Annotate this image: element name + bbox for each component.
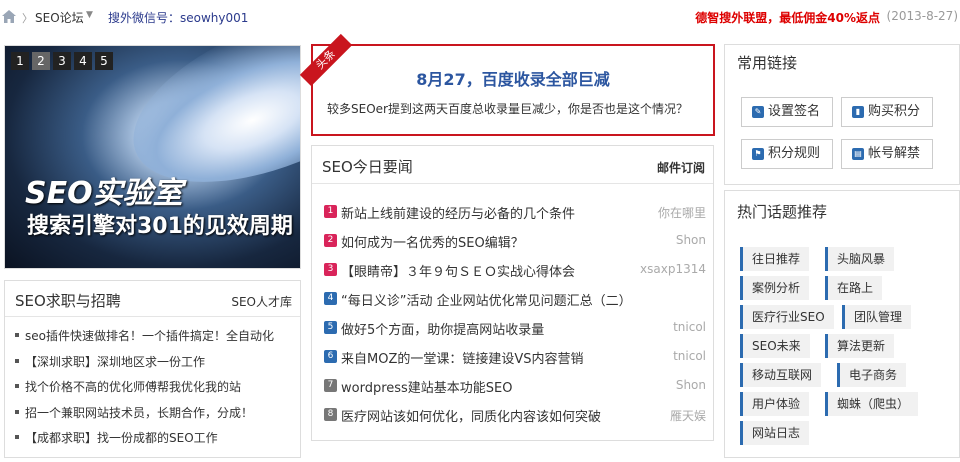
promo-link[interactable]: 德智搜外联盟，最低佣金40%返点 [695,9,880,26]
topic-tag[interactable]: 团队管理 [842,305,912,329]
headline-box: 头条 8月27，百度收录全部巨减 较多SEOer提到这两天百度总收录量巨减少，你… [299,33,715,136]
jobs-header: SEO求职与招聘 SEO人才库 [5,281,300,317]
news-item-author[interactable]: tnicol [673,320,706,334]
links-title: 常用链接 [737,54,798,72]
list-item[interactable]: 招一个兼职网站技术员，长期合作，分成！ [15,404,274,430]
topics-header: 热门话题推荐 [725,191,959,229]
email-subscribe-link[interactable]: 邮件订阅 [657,159,705,176]
rank-badge: 2 [324,234,337,247]
points-rules-button[interactable]: ⚑ 积分规则 [741,139,833,169]
topics-title: 热门话题推荐 [737,203,828,221]
news-item-author[interactable]: tnicol [673,349,706,363]
topic-tag[interactable]: 头脑风暴 [825,247,895,271]
news-item-title[interactable]: wordpress建站基本功能SEO [341,377,513,396]
news-panel: SEO今日要闻 邮件订阅 1 新站上线前建设的经历与必备的几个条件 你在哪里 2 如何… [311,145,714,441]
topic-tag[interactable]: 用户体验 [740,392,810,416]
hot-topics-panel: 热门话题推荐 往日推荐 头脑风暴 案例分析 在路上 医疗行业SEO 团队管理 S… [724,190,960,458]
news-item-author[interactable]: Shon [676,233,706,247]
wechat-id: 搜外微信号：seowhy001 [108,11,249,25]
jobs-panel: SEO求职与招聘 SEO人才库 seo插件快速做排名！一个插件搞定！全自动化 【… [4,280,301,458]
news-item[interactable]: 1 新站上线前建设的经历与必备的几个条件 你在哪里 [324,203,706,232]
rank-badge: 4 [324,292,337,305]
list-item[interactable]: 【成都求职】找一份成都的SEO工作 [15,429,274,455]
jobs-list: seo插件快速做排名！一个插件搞定！全自动化 【深圳求职】深圳地区求一份工作 找… [15,327,274,455]
topic-tag[interactable]: 算法更新 [825,334,895,358]
jobs-title[interactable]: SEO求职与招聘 [15,290,121,311]
buy-points-button[interactable]: ▮ 购买积分 [841,97,933,127]
bar-chart-icon: ▮ [852,106,864,118]
button-label: 帐号解禁 [868,146,921,161]
topic-tag[interactable]: 医疗行业SEO [740,305,834,329]
topic-tag[interactable]: 蜘蛛（爬虫） [825,392,919,416]
news-item-title[interactable]: 来自MOZ的一堂课：链接建设VS内容营销 [341,348,584,367]
slider-page-1[interactable]: 1 [11,52,29,70]
featured-slider[interactable]: 1 2 3 4 5 SEO实验室 搜索引擎对301的见效周期 [4,45,301,269]
list-item[interactable]: 找个价格不高的优化师傅帮我优化我的站 [15,378,274,404]
news-item[interactable]: 6 来自MOZ的一堂课：链接建设VS内容营销 tnicol [324,348,706,377]
news-item-title[interactable]: 【眼睛帝】３年９句ＳＥＯ实战心得体会 [341,261,575,280]
news-item[interactable]: 7 wordpress建站基本功能SEO Shon [324,377,706,406]
news-item-author[interactable]: Shon [676,378,706,392]
news-item-title[interactable]: 做好5个方面，助你提高网站收录量 [341,319,544,338]
flag-icon: ⚑ [752,148,764,160]
top-bar: 〉 SEO论坛 ▼ 搜外微信号：seowhy001 德智搜外联盟，最低佣金40%… [0,0,960,34]
news-item-author[interactable]: 你在哪里 [658,204,706,221]
list-item[interactable]: seo插件快速做排名！一个插件搞定！全自动化 [15,327,274,353]
rank-badge: 3 [324,263,337,276]
home-icon[interactable] [2,10,16,23]
button-label: 积分规则 [768,146,821,161]
book-icon: ▤ [852,148,864,160]
slider-page-5[interactable]: 5 [95,52,113,70]
topic-tag[interactable]: 网站日志 [740,421,810,445]
list-item[interactable]: 【深圳求职】深圳地区求一份工作 [15,353,274,379]
button-label: 购买积分 [868,104,921,119]
headline-description: 较多SEOer提到这两天百度总收录量巨减少，你是否也是这个情况？ [327,102,688,116]
topic-tag[interactable]: 移动互联网 [740,363,822,387]
rank-badge: 5 [324,321,337,334]
news-header: SEO今日要闻 邮件订阅 [312,146,713,184]
common-links-panel: 常用链接 ✎ 设置签名 ▮ 购买积分 ⚑ 积分规则 ▤ 帐号解禁 [724,44,960,185]
news-title[interactable]: SEO今日要闻 [322,156,413,177]
news-item[interactable]: 2 如何成为一名优秀的SEO编辑？ Shon [324,232,706,261]
news-item-title[interactable]: 医疗网站该如何优化，同质化内容该如何突破 [341,406,601,425]
topic-tag[interactable]: 在路上 [825,276,883,300]
topic-tag[interactable]: SEO未来 [740,334,810,358]
headline-title[interactable]: 8月27，百度收录全部巨减 [313,66,713,90]
news-item-title[interactable]: 新站上线前建设的经历与必备的几个条件 [341,203,575,222]
topic-tag[interactable]: 电子商务 [837,363,907,387]
slide-title: SEO实验室 [25,176,183,211]
talent-pool-link[interactable]: SEO人才库 [231,293,292,310]
chevron-down-icon[interactable]: ▼ [86,10,93,20]
news-item[interactable]: 4 “每日义诊”活动 企业网站优化常见问题汇总（二） [324,290,706,319]
slider-page-2[interactable]: 2 [32,52,50,70]
rank-badge: 7 [324,379,337,392]
rank-badge: 1 [324,205,337,218]
slider-pagination: 1 2 3 4 5 [11,52,113,70]
promo-date: (2013-8-27) [886,9,958,23]
account-unban-button[interactable]: ▤ 帐号解禁 [841,139,933,169]
links-header: 常用链接 [725,45,959,77]
slider-page-3[interactable]: 3 [53,52,71,70]
slide-subtitle: 搜索引擎对301的见效周期 [27,214,293,239]
button-label: 设置签名 [768,104,821,119]
slider-page-4[interactable]: 4 [74,52,92,70]
topic-tag[interactable]: 往日推荐 [740,247,810,271]
breadcrumb-forum-link[interactable]: SEO论坛 [35,9,84,26]
set-signature-button[interactable]: ✎ 设置签名 [741,97,833,127]
news-item[interactable]: 3 【眼睛帝】３年９句ＳＥＯ实战心得体会 xsaxp1314 [324,261,706,290]
topic-tag[interactable]: 案例分析 [740,276,810,300]
news-item-author[interactable]: 雁天娱 [670,407,706,424]
news-item-title[interactable]: “每日义诊”活动 企业网站优化常见问题汇总（二） [341,290,632,309]
news-list: 1 新站上线前建设的经历与必备的几个条件 你在哪里 2 如何成为一名优秀的SEO编辑？… [324,203,706,435]
edit-icon: ✎ [752,106,764,118]
news-item[interactable]: 5 做好5个方面，助你提高网站收录量 tnicol [324,319,706,348]
breadcrumb-separator-icon: 〉 [22,12,33,25]
news-item[interactable]: 8 医疗网站该如何优化，同质化内容该如何突破 雁天娱 [324,406,706,435]
news-item-author[interactable]: xsaxp1314 [640,262,706,276]
news-item-title[interactable]: 如何成为一名优秀的SEO编辑？ [341,232,524,251]
rank-badge: 6 [324,350,337,363]
rank-badge: 8 [324,408,337,421]
